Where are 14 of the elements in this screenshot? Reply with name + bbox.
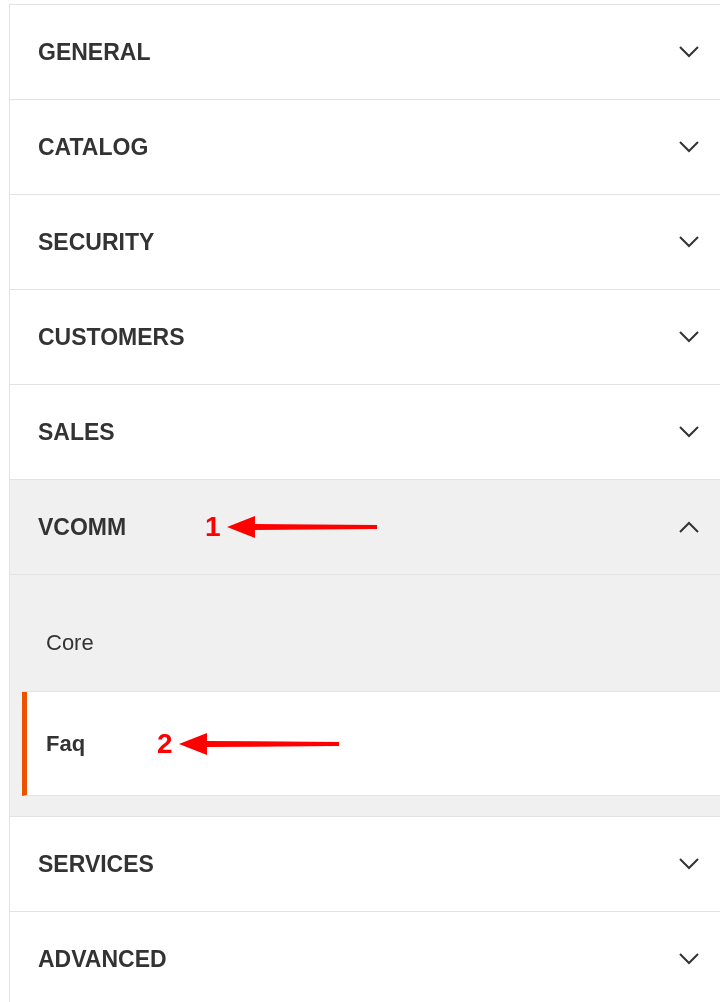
chevron-down-icon [678,857,700,871]
annotation-number: 1 [205,511,221,543]
menu-item[interactable]: Faq 2 [22,692,720,796]
chevron-down-icon [678,235,700,249]
section-header[interactable]: VCOMM 1 [10,480,720,575]
arrow-icon [178,731,339,756]
annotation-number: 2 [157,727,173,760]
chevron-down-icon [678,425,700,439]
chevron-down-icon [678,140,700,154]
chevron-up-icon [678,520,700,534]
chevron-down-icon [678,952,700,966]
chevron-down-icon [678,45,700,59]
arrow-icon [226,515,377,539]
chevron-down-icon [678,330,700,344]
